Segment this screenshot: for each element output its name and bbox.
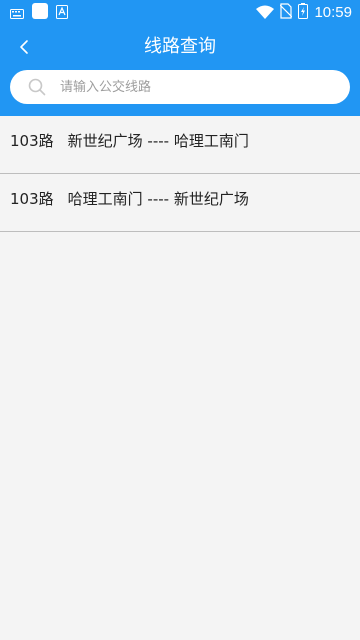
status-bar-left (10, 3, 68, 23)
search-input[interactable] (60, 70, 340, 104)
search-bar[interactable] (10, 70, 350, 104)
no-sim-icon (280, 3, 293, 23)
route-text: 103路 哈理工南门 ---- 新世纪广场 (10, 174, 249, 231)
search-icon (28, 78, 46, 96)
store-icon (56, 4, 68, 23)
wifi-icon (256, 4, 275, 23)
route-direction: 新世纪广场 ---- 哈理工南门 (67, 132, 249, 150)
route-list-item[interactable]: 103路 新世纪广场 ---- 哈理工南门 (0, 116, 360, 174)
route-number: 103路 (10, 132, 54, 150)
app-header: 10:59 线路查询 (0, 0, 360, 116)
chevron-left-icon (20, 40, 28, 54)
route-list: 103路 新世纪广场 ---- 哈理工南门 103路 哈理工南门 ---- 新世纪广… (0, 116, 360, 232)
app-square-icon (32, 3, 48, 23)
route-number: 103路 (10, 190, 54, 208)
keyboard-icon (10, 4, 24, 23)
battery-charging-icon (298, 3, 309, 23)
status-bar: 10:59 (0, 0, 360, 26)
title-bar: 线路查询 (0, 26, 360, 68)
route-direction: 哈理工南门 ---- 新世纪广场 (67, 190, 249, 208)
back-button[interactable] (8, 31, 40, 63)
route-text: 103路 新世纪广场 ---- 哈理工南门 (10, 116, 249, 173)
status-bar-right: 10:59 (256, 3, 352, 23)
page-title: 线路查询 (144, 36, 216, 57)
route-list-item[interactable]: 103路 哈理工南门 ---- 新世纪广场 (0, 174, 360, 232)
status-time: 10:59 (314, 4, 352, 21)
